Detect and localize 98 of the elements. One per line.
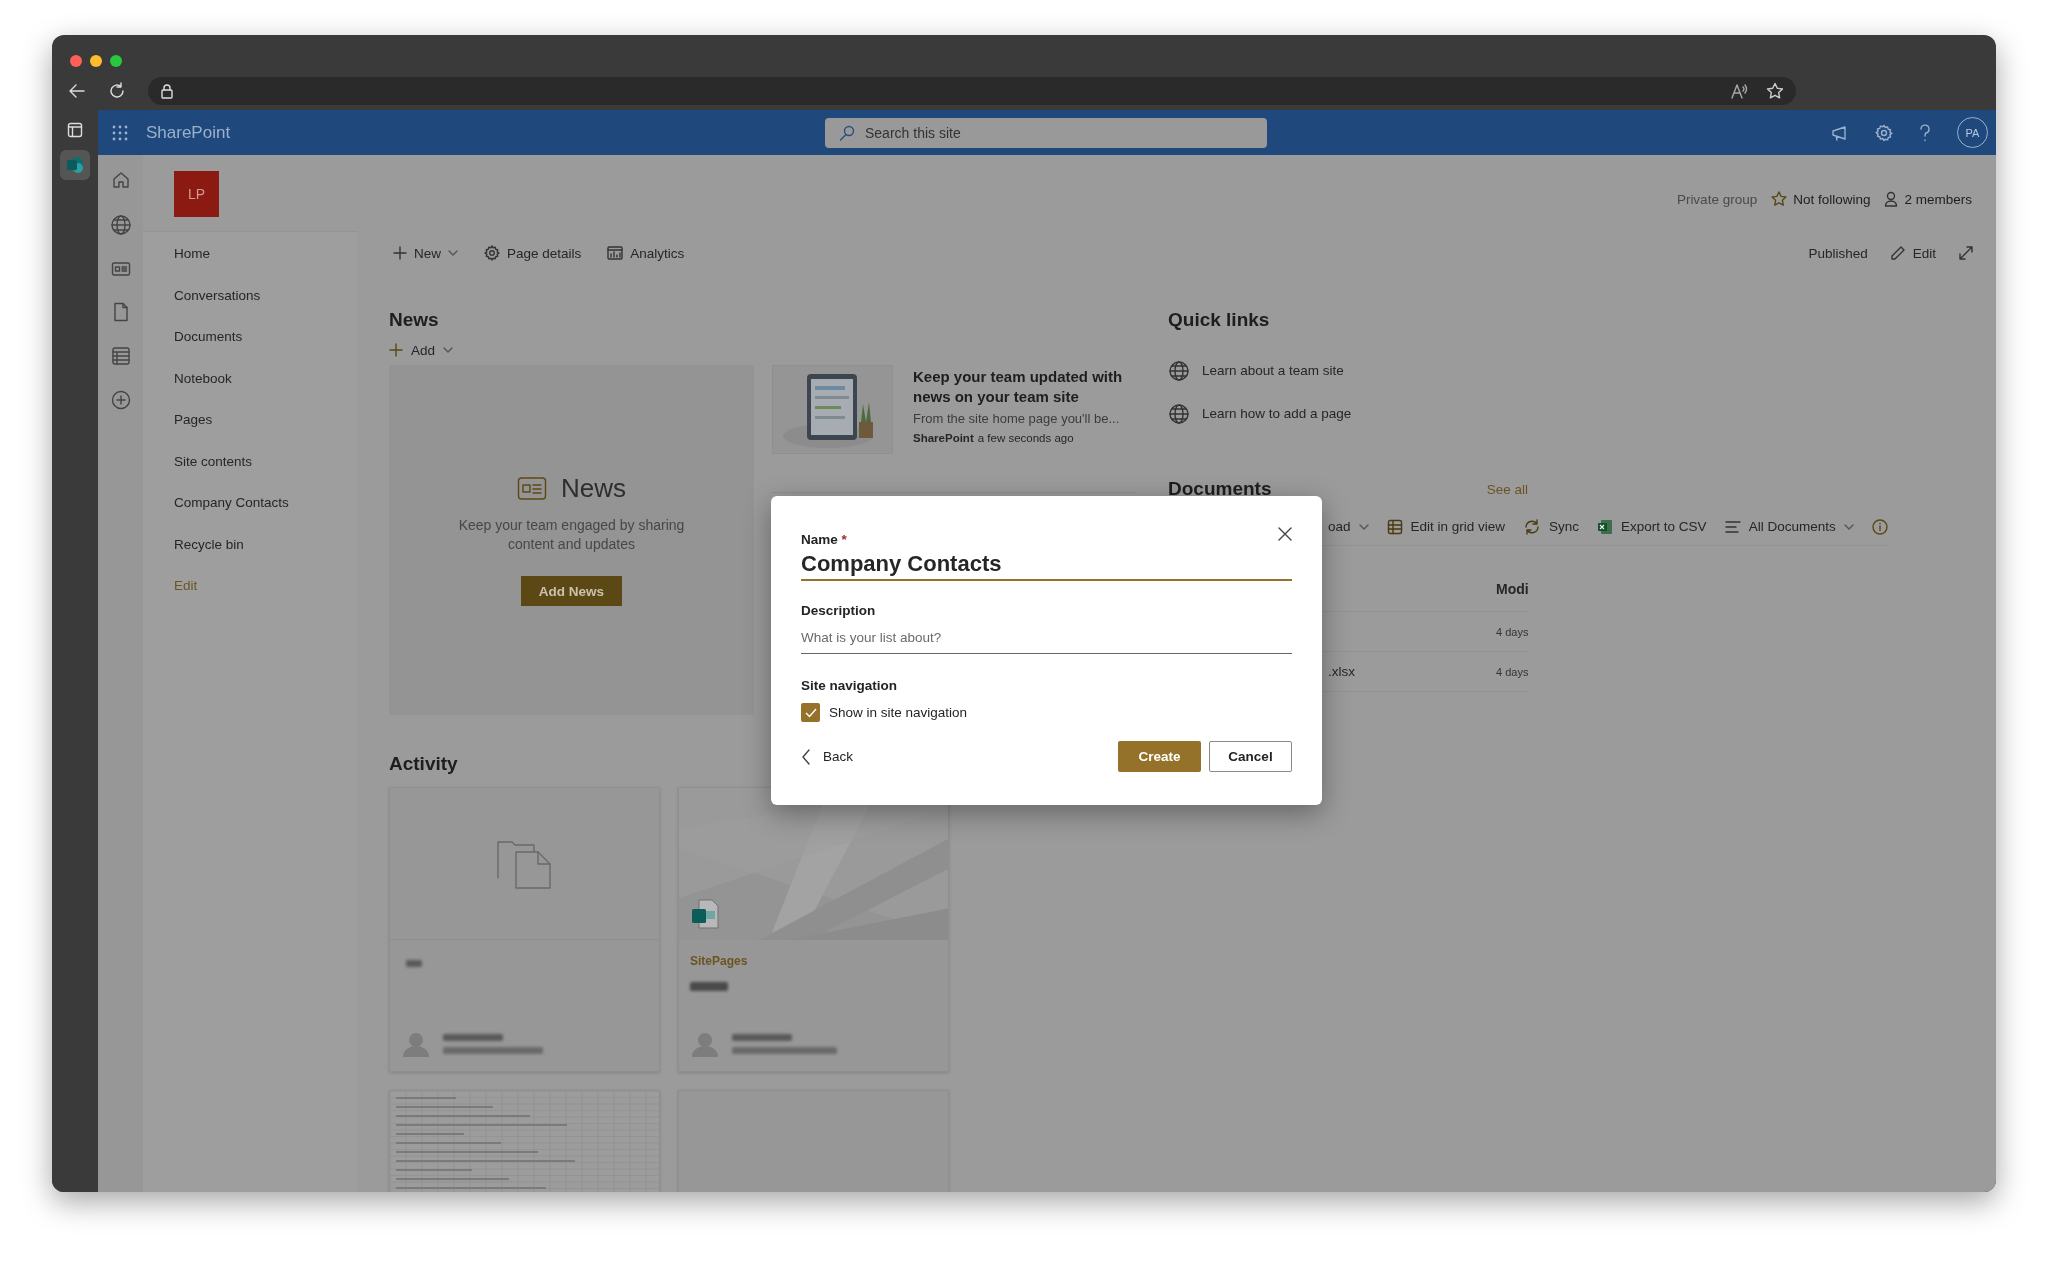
follow-button[interactable]: Not following xyxy=(1771,191,1871,207)
upload-button[interactable]: oad xyxy=(1328,519,1369,534)
news-title[interactable]: Keep your team updated with news on your team site xyxy=(913,367,1135,407)
sharepoint-file-icon xyxy=(691,899,719,929)
news-summary: From the site home page you'll be... xyxy=(913,411,1121,426)
sharepoint-app-icon[interactable] xyxy=(60,150,90,180)
name-field[interactable]: Company Contacts xyxy=(801,547,1292,581)
sync-button[interactable]: Sync xyxy=(1523,518,1580,535)
section-heading: Documents xyxy=(1168,477,1272,501)
news-icon xyxy=(517,475,547,502)
grid-button[interactable]: Edit in grid view xyxy=(1386,518,1506,535)
caret-icon xyxy=(443,347,454,353)
details-button[interactable]: Page details xyxy=(484,245,582,261)
placeholder-text: Keep your team engaged by sharing content and updates xyxy=(457,516,686,554)
column-header[interactable]: Modi xyxy=(1496,581,1528,597)
home-icon[interactable] xyxy=(110,170,131,190)
add-news-button[interactable]: Add News xyxy=(521,576,622,606)
info-icon[interactable] xyxy=(1871,518,1888,535)
file-name[interactable]: .xlsx xyxy=(1328,664,1355,679)
globe-icon[interactable] xyxy=(109,214,132,236)
excel-icon xyxy=(1597,518,1614,535)
nav-item[interactable]: Home xyxy=(143,233,358,275)
nav-item[interactable]: Site contents xyxy=(143,440,358,482)
close-window-button[interactable] xyxy=(70,55,82,67)
settings-icon xyxy=(484,245,500,261)
sidebar-icon[interactable] xyxy=(67,122,83,138)
checkbox-label[interactable]: Show in site navigation xyxy=(829,705,968,720)
cancel-button[interactable]: Cancel xyxy=(1209,741,1292,772)
globe-icon xyxy=(1168,359,1190,382)
chevron-left-icon xyxy=(801,748,811,765)
nav-item[interactable]: Pages xyxy=(143,399,358,441)
minimize-window-button[interactable] xyxy=(90,55,102,67)
person-icon xyxy=(401,1031,431,1057)
plus-icon xyxy=(389,343,403,357)
quick-link[interactable]: Learn how to add a page xyxy=(1168,392,1352,435)
checkmark-icon xyxy=(804,707,817,718)
sync-icon xyxy=(1523,518,1542,535)
close-icon[interactable] xyxy=(1278,527,1292,541)
person-icon xyxy=(1884,191,1899,207)
add-button[interactable]: Add xyxy=(389,339,454,361)
modified-date: 4 days xyxy=(1496,625,1528,638)
list-icon[interactable] xyxy=(110,346,131,366)
nav-item[interactable]: Documents xyxy=(143,316,358,358)
new-button[interactable]: New xyxy=(393,245,458,261)
reload-icon[interactable] xyxy=(108,82,126,100)
back-icon[interactable] xyxy=(68,82,86,100)
publish-status: Published xyxy=(1808,245,1868,261)
analytics-button[interactable]: Analytics xyxy=(607,245,685,261)
members-button[interactable]: 2 members xyxy=(1884,191,1972,207)
settings-icon[interactable] xyxy=(1875,123,1893,142)
app-title[interactable]: SharePoint xyxy=(146,122,231,143)
megaphone-icon[interactable] xyxy=(1831,124,1849,141)
section-heading: News xyxy=(389,308,439,332)
group-type-label: Private group xyxy=(1676,191,1758,207)
name-label: Name * xyxy=(801,532,847,547)
description-label: Description xyxy=(801,603,876,618)
section-label: Site navigation xyxy=(801,678,898,693)
section-heading: Quick links xyxy=(1168,308,1271,332)
view-button[interactable]: All Documents xyxy=(1724,519,1854,534)
help-icon[interactable] xyxy=(1919,123,1931,142)
favorite-star-icon[interactable] xyxy=(1766,82,1784,100)
document-icon[interactable] xyxy=(111,302,130,322)
expand-icon[interactable] xyxy=(1958,245,1974,261)
create-button[interactable]: Create xyxy=(1118,741,1201,772)
blurred-text xyxy=(690,982,728,991)
checkbox[interactable] xyxy=(801,703,820,722)
description-field[interactable]: What is your list about? xyxy=(801,624,1292,654)
nav-item[interactable]: Recycle bin xyxy=(143,523,358,565)
blurred-text xyxy=(406,960,422,967)
excel-button[interactable]: Export to CSV xyxy=(1597,518,1707,535)
nav-item[interactable]: Conversations xyxy=(143,274,358,316)
placeholder-title: News xyxy=(561,473,626,504)
add-icon[interactable] xyxy=(110,390,131,410)
star-icon xyxy=(1771,191,1788,207)
pencil-icon xyxy=(1889,245,1906,261)
section-heading: Activity xyxy=(389,752,458,776)
maximize-window-button[interactable] xyxy=(110,55,122,67)
nav-item[interactable]: Notebook xyxy=(143,357,358,399)
back-button[interactable]: Back xyxy=(801,748,853,765)
news-author: SharePoint xyxy=(913,432,974,444)
analytics-icon xyxy=(607,246,624,260)
lock-icon xyxy=(160,83,174,99)
search-field[interactable]: Search this site xyxy=(825,118,1267,148)
plus-icon xyxy=(393,246,407,260)
modified-date: 4 days xyxy=(1496,665,1528,678)
app-launcher-icon[interactable] xyxy=(112,124,128,141)
person-icon xyxy=(690,1031,720,1057)
list-icon xyxy=(1724,519,1741,534)
quick-link[interactable]: Learn about a team site xyxy=(1168,349,1344,392)
grid-icon xyxy=(1386,518,1403,535)
globe-icon xyxy=(1168,402,1190,425)
edit-button[interactable]: Edit xyxy=(1889,245,1936,261)
news-time: a few seconds ago xyxy=(977,432,1074,444)
search-icon xyxy=(839,125,855,141)
read-aloud-icon[interactable] xyxy=(1730,83,1748,99)
nav-item[interactable]: Company Contacts xyxy=(143,482,358,524)
news-icon[interactable] xyxy=(110,260,131,278)
site-logo[interactable]: LP xyxy=(174,171,219,217)
